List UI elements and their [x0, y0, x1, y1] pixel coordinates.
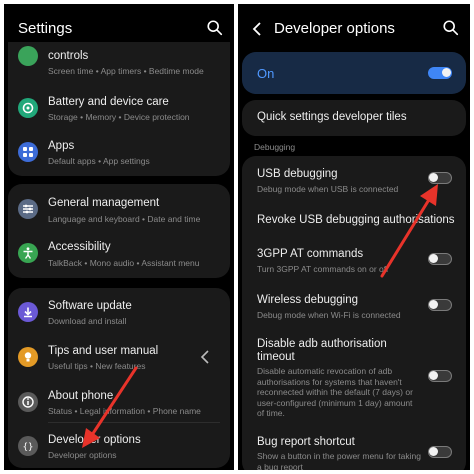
- back-arrow-icon[interactable]: [252, 21, 262, 37]
- item-title: Software update: [48, 300, 132, 312]
- master-switch-bar[interactable]: On: [242, 52, 466, 94]
- item-subtitle: Language and keyboard • Date and time: [48, 214, 201, 224]
- wireless-debugging-item[interactable]: Wireless debugging Debug mode when Wi-Fi…: [242, 288, 466, 328]
- bug-report-toggle[interactable]: [428, 446, 452, 458]
- item-subtitle: Developer options: [48, 450, 117, 460]
- toggle-knob: [429, 447, 438, 456]
- developer-header: Developer options: [238, 4, 470, 52]
- item-title: controls: [48, 50, 89, 62]
- wireless-debugging-toggle[interactable]: [428, 299, 452, 311]
- disable-adb-timeout-item[interactable]: Disable adb authorisation timeout Disabl…: [242, 332, 466, 428]
- toggle-knob: [429, 371, 438, 380]
- page-title: Developer options: [274, 20, 395, 37]
- item-title: Battery and device care: [48, 96, 169, 108]
- settings-group-2: General management Language and keyboard…: [8, 184, 230, 278]
- item-title: 3GPP AT commands: [257, 248, 364, 260]
- software-update-icon: [18, 302, 38, 322]
- item-title: General management: [48, 197, 160, 209]
- developer-options-icon: {}: [18, 436, 38, 456]
- red-arrow-annotation: [82, 366, 138, 448]
- adb-timeout-toggle[interactable]: [428, 370, 452, 382]
- about-phone-icon: [18, 392, 38, 412]
- item-title: Disable adb authorisation timeout: [257, 338, 387, 363]
- page-title: Settings: [18, 20, 73, 37]
- item-subtitle: Debug mode when Wi-Fi is connected: [257, 310, 401, 320]
- master-switch-label: On: [257, 66, 275, 81]
- item-subtitle: Screen time • App timers • Bedtime mode: [48, 66, 204, 76]
- settings-group-1: controls Screen time • App timers • Bedt…: [8, 42, 230, 176]
- svg-text:{}: {}: [23, 443, 34, 453]
- item-subtitle: Default apps • App settings: [48, 156, 150, 166]
- settings-item-battery[interactable]: Battery and device care Storage • Memory…: [8, 88, 230, 128]
- master-toggle[interactable]: [428, 67, 452, 79]
- item-subtitle: Turn 3GPP AT commands on or off: [257, 264, 389, 274]
- settings-item-controls[interactable]: controls Screen time • App timers • Bedt…: [8, 42, 230, 82]
- tips-icon: [18, 347, 38, 367]
- accessibility-icon: [18, 243, 38, 263]
- settings-item-general-management[interactable]: General management Language and keyboard…: [8, 188, 230, 230]
- battery-care-icon: [18, 98, 38, 118]
- item-subtitle: Disable automatic revocation of adb auth…: [257, 366, 413, 418]
- red-arrow-annotation: [380, 184, 438, 278]
- item-subtitle: Download and install: [48, 316, 127, 326]
- bug-report-shortcut-item[interactable]: Bug report shortcut Show a button in the…: [242, 432, 466, 470]
- search-icon[interactable]: [442, 19, 460, 37]
- digital-wellbeing-icon: [18, 46, 38, 66]
- settings-item-accessibility[interactable]: Accessibility TalkBack • Mono audio • As…: [8, 232, 230, 274]
- chevron-left-icon[interactable]: [200, 350, 210, 364]
- developer-options-screen: Developer options On Quick settings deve…: [238, 4, 470, 470]
- quick-settings-tiles-item[interactable]: Quick settings developer tiles: [242, 100, 466, 136]
- item-subtitle: Storage • Memory • Device protection: [48, 112, 190, 122]
- general-management-icon: [18, 199, 38, 219]
- item-title: Tips and user manual: [48, 345, 159, 357]
- item-title: Apps: [48, 140, 75, 152]
- settings-screen: Settings controls Screen time • App time…: [4, 4, 234, 470]
- item-subtitle: Show a button in the power menu for taki…: [257, 451, 421, 470]
- item-title: USB debugging: [257, 168, 338, 180]
- item-title: Quick settings developer tiles: [257, 111, 407, 123]
- item-subtitle: TalkBack • Mono audio • Assistant menu: [48, 258, 200, 268]
- item-title: Wireless debugging: [257, 294, 359, 306]
- toggle-knob: [442, 68, 451, 77]
- item-title: Bug report shortcut: [257, 436, 355, 448]
- settings-item-software-update[interactable]: Software update Download and install: [8, 292, 230, 332]
- section-header: Debugging: [254, 142, 296, 152]
- item-title: Accessibility: [48, 241, 111, 253]
- apps-icon: [18, 142, 38, 162]
- settings-item-apps[interactable]: Apps Default apps • App settings: [8, 132, 230, 172]
- toggle-knob: [429, 300, 438, 309]
- search-icon[interactable]: [206, 19, 224, 37]
